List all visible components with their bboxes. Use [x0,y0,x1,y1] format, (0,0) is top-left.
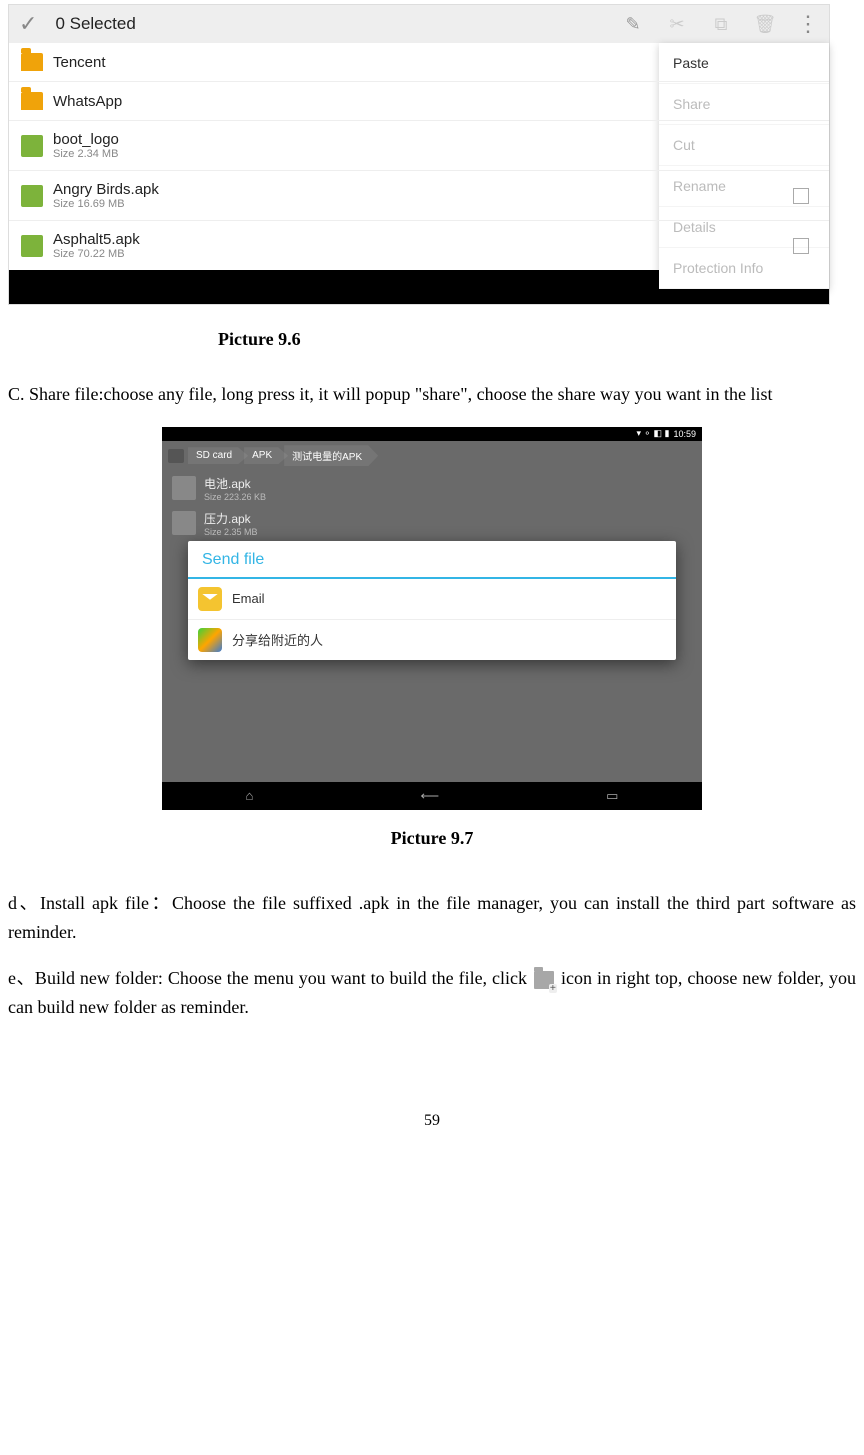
file-icon [172,511,196,535]
status-time: 10:59 [673,429,696,439]
page-number: 59 [8,1112,856,1130]
selection-toolbar: ✓ 0 Selected ✎ ✂ ⧉ 🗑 ⋮ [9,5,829,43]
item-size: Size 70.22 MB [53,248,140,260]
figure-caption-9-7: Picture 9.7 [8,828,856,849]
list-item[interactable]: boot_logo Size 2.34 MB [9,121,829,171]
cut-icon[interactable]: ✂ [663,14,691,35]
screenshot-9-7: ▾ ⚬ ◧ ▮ 10:59 SD card APK 测试电量的APK 电池.ap… [162,427,702,810]
status-icons: ▾ ⚬ ◧ ▮ [636,428,669,439]
share-option-email[interactable]: Email [188,579,676,620]
file-icon [172,476,196,500]
share-option-nearby[interactable]: 分享给附近的人 [188,620,676,660]
item-name: boot_logo [53,131,119,148]
figure-caption-9-6: Picture 9.6 [218,329,856,350]
new-folder-icon [534,971,554,989]
status-bar: ▾ ⚬ ◧ ▮ 10:59 [162,427,702,441]
paragraph-c: C. Share file:choose any file, long pres… [8,380,856,409]
file-icon [21,185,43,207]
system-nav-bar: ⌂ ⟵ ▭ [162,782,702,810]
copy-icon[interactable]: ⧉ [707,14,735,35]
back-icon[interactable]: ⌂ [246,788,254,803]
send-file-dialog: Send file Email 分享给附近的人 [188,541,676,660]
item-size: Size 16.69 MB [53,198,159,210]
home-icon[interactable] [168,449,184,463]
done-icon[interactable]: ✓ [19,11,37,37]
list-item[interactable]: Asphalt5.apk Size 70.22 MB [9,221,829,270]
dialog-title: Send file [188,541,676,579]
file-name: 电池.apk [204,475,266,492]
selection-count: 0 Selected [55,14,611,34]
paragraph-e-pre: e、Build new folder: Choose the menu you … [8,968,532,988]
folder-icon [21,92,43,110]
overflow-icon[interactable]: ⋮ [797,11,819,37]
file-row[interactable]: 压力.apk Size 2.35 MB [162,506,702,541]
paragraph-d: d、Install apk file：Choose the file suffi… [8,889,856,947]
breadcrumb-item[interactable]: SD card [188,447,248,464]
file-row[interactable]: 电池.apk Size 223.26 KB [162,471,702,506]
screenshot-9-6: ✓ 0 Selected ✎ ✂ ⧉ 🗑 ⋮ Paste Share Cut R… [8,4,830,305]
home-icon[interactable]: ⟵ [420,788,439,804]
recents-icon[interactable]: ▭ [606,788,618,804]
list-item[interactable]: Tencent [9,43,829,82]
file-size: Size 2.35 MB [204,527,258,537]
file-icon [21,235,43,257]
folder-icon [21,53,43,71]
breadcrumb-item[interactable]: 测试电量的APK [284,445,378,466]
item-name: Tencent [53,54,106,71]
option-label: 分享给附近的人 [232,630,323,649]
email-icon [198,587,222,611]
list-item[interactable]: Angry Birds.apk Size 16.69 MB [9,171,829,221]
file-icon [21,135,43,157]
edit-icon[interactable]: ✎ [619,14,647,35]
selection-checkbox[interactable] [793,188,809,204]
paragraph-e: e、Build new folder: Choose the menu you … [8,964,856,1022]
item-name: WhatsApp [53,93,122,110]
item-size: Size 2.34 MB [53,148,119,160]
file-name: 压力.apk [204,510,258,527]
item-name: Asphalt5.apk [53,231,140,248]
breadcrumb-item[interactable]: APK [244,447,288,464]
selection-checkbox[interactable] [793,238,809,254]
nearby-share-icon [198,628,222,652]
delete-icon[interactable]: 🗑 [751,14,779,35]
item-name: Angry Birds.apk [53,181,159,198]
breadcrumb-bar: SD card APK 测试电量的APK [162,441,702,471]
option-label: Email [232,591,265,606]
file-list: Tencent WhatsApp boot_logo Size 2.34 MB … [9,43,829,270]
file-size: Size 223.26 KB [204,492,266,502]
list-item[interactable]: WhatsApp [9,82,829,121]
